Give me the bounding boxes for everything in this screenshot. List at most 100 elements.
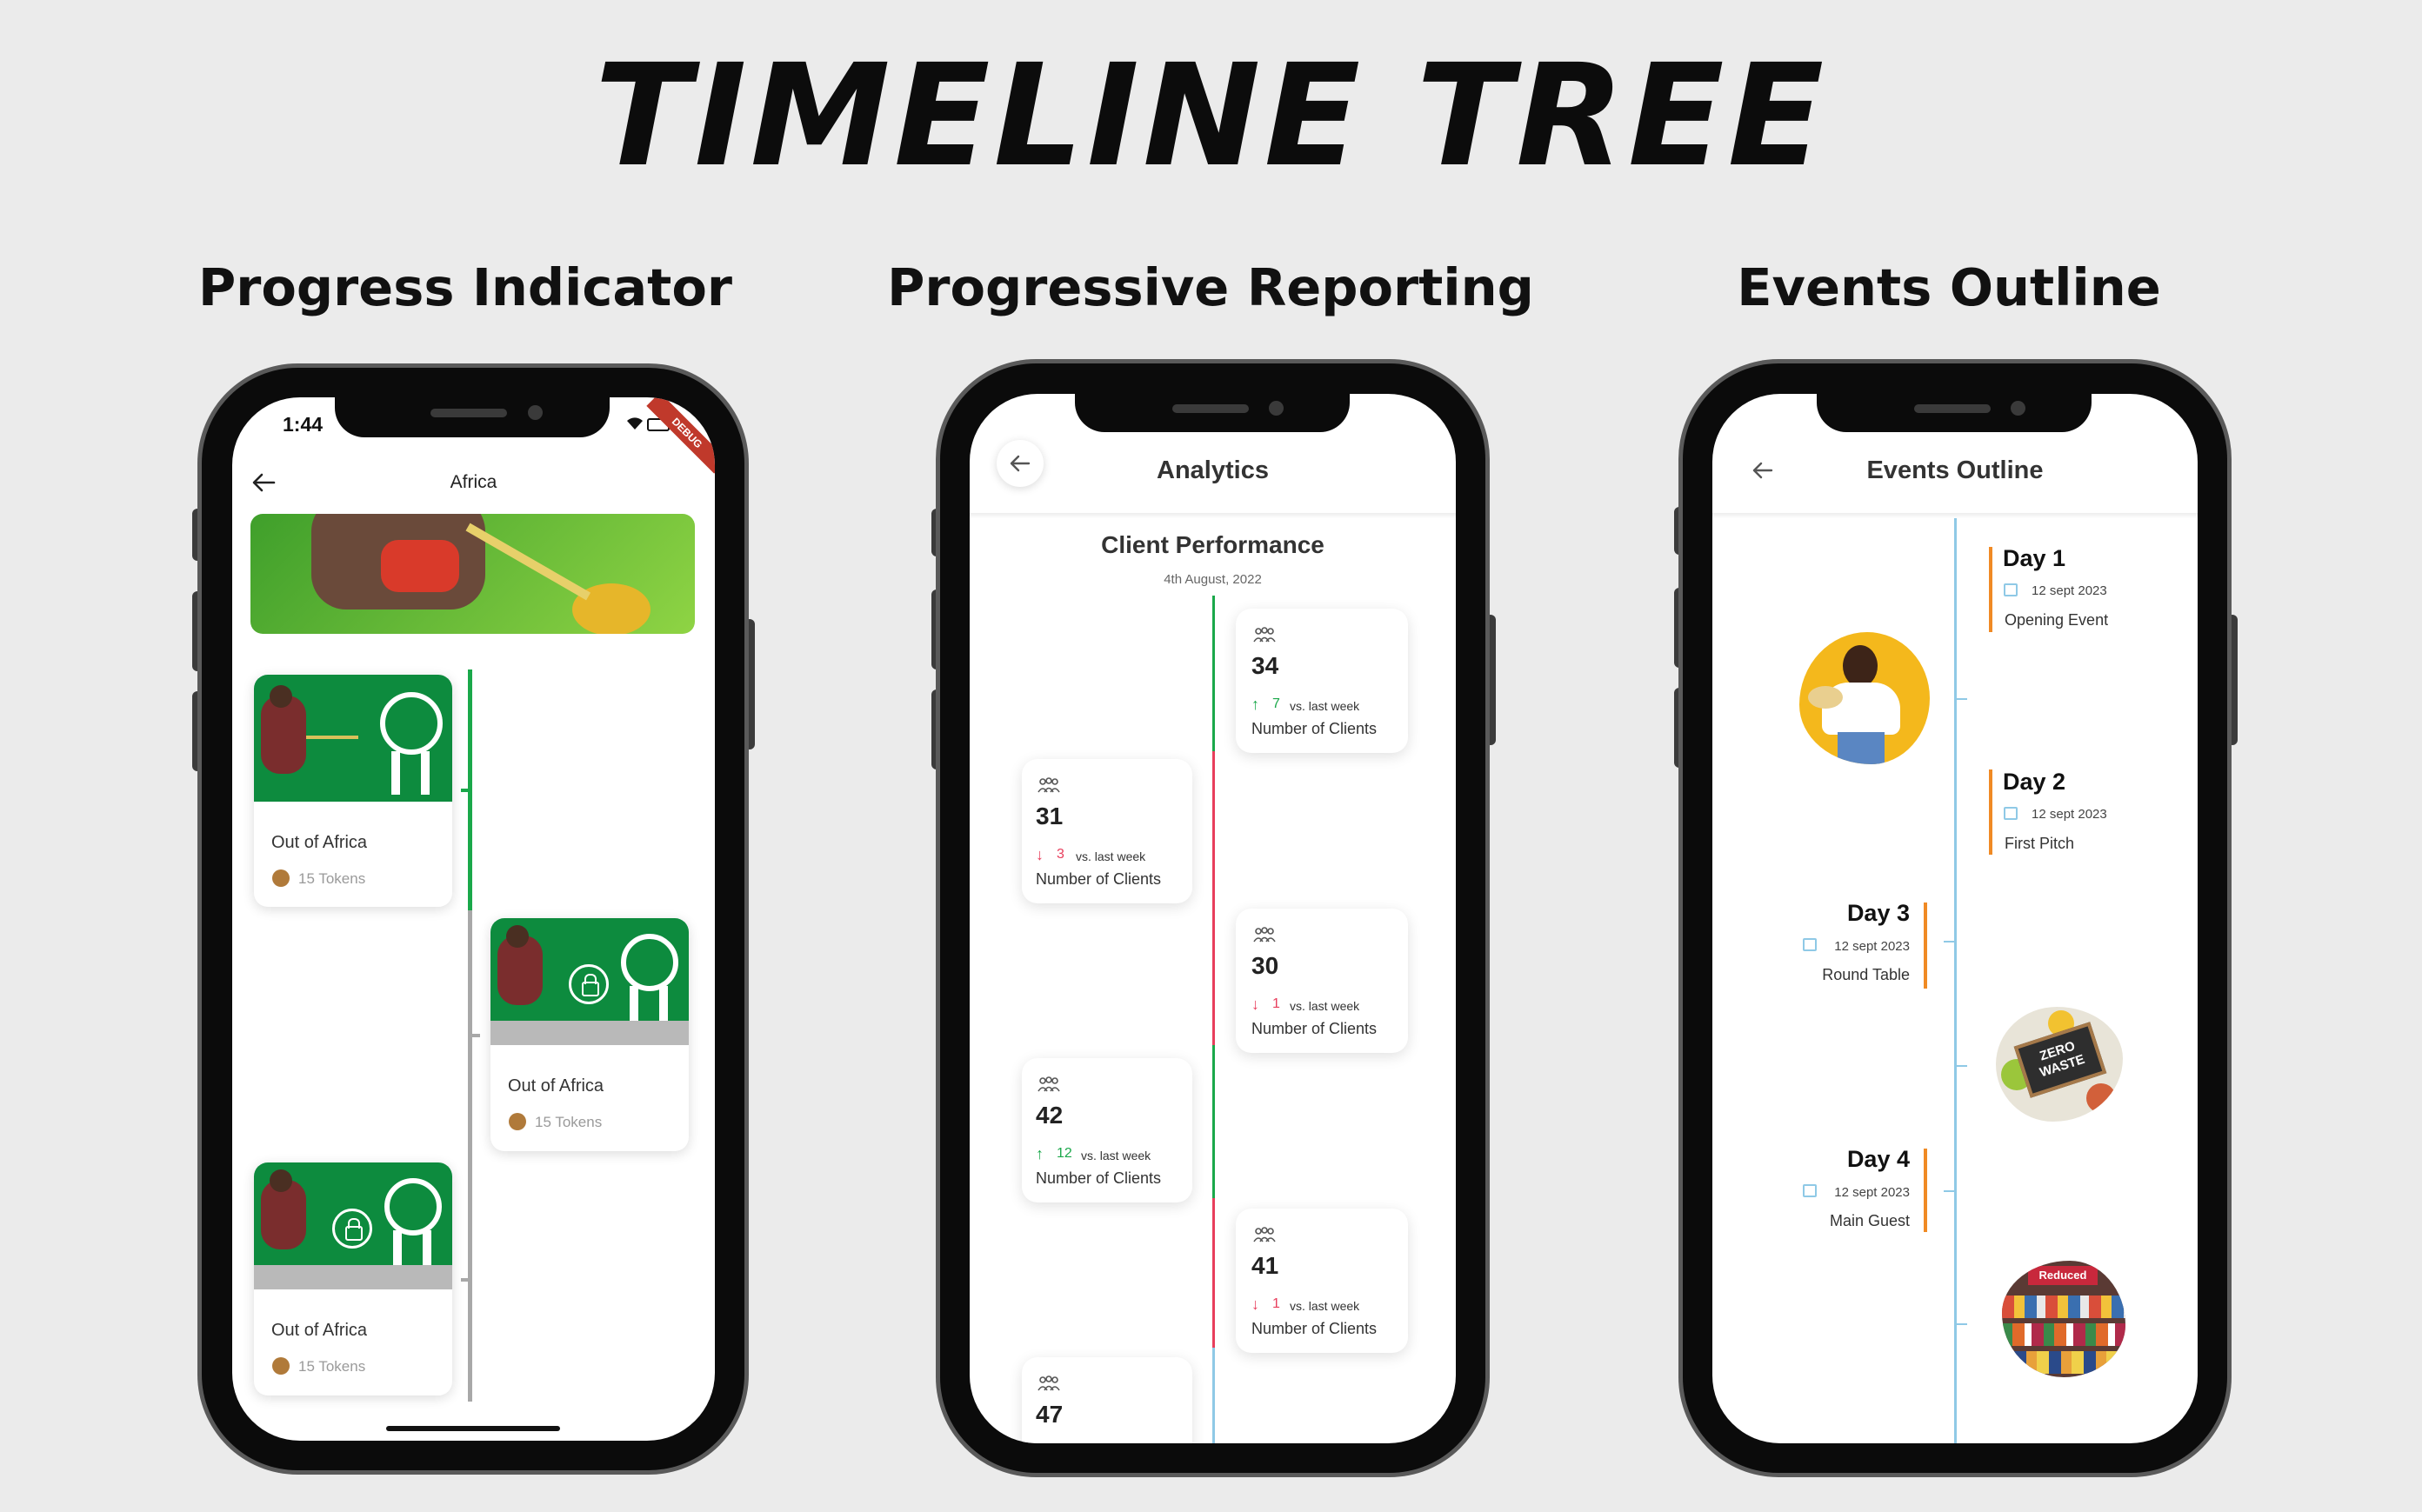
home-indicator xyxy=(386,1426,560,1431)
stat-compare: vs. last week xyxy=(1290,999,1360,1013)
event-marker xyxy=(1989,547,1992,632)
section-title-events: Events Outline xyxy=(1737,257,2161,317)
stat-delta: 1 xyxy=(1272,996,1280,1011)
course-card[interactable]: Out of Africa 15 Tokens xyxy=(254,1162,452,1395)
calendar-icon xyxy=(2004,807,2018,820)
stat-delta: 7 xyxy=(1272,696,1280,711)
wifi-icon xyxy=(625,416,644,435)
event-date: 12 sept 2023 xyxy=(2032,807,2107,822)
stat-label: Number of Clients xyxy=(1251,1020,1378,1037)
stat-delta: 1 xyxy=(1272,1296,1280,1311)
side-button xyxy=(1485,615,1496,745)
stat-label: Number of Clients xyxy=(1251,720,1378,737)
course-name: Out of Africa xyxy=(271,833,368,852)
people-icon xyxy=(1251,1226,1278,1249)
course-image xyxy=(254,675,452,802)
event-marker xyxy=(1924,903,1927,989)
stat-card[interactable]: 31 ↓ 3 vs. last week Number of Clients xyxy=(1022,759,1192,903)
stat-value: 31 xyxy=(1036,803,1064,829)
lock-icon xyxy=(569,964,609,1004)
stat-delta: 12 xyxy=(1057,1146,1072,1161)
timeline-tick xyxy=(1957,698,1967,700)
people-icon xyxy=(1036,1375,1062,1398)
section-title-progress: Progress Indicator xyxy=(197,257,733,317)
section-title-reporting: Progressive Reporting xyxy=(887,257,1534,317)
timeline-line-pending xyxy=(468,910,472,1402)
token-avatar xyxy=(272,869,290,887)
stat-value: 41 xyxy=(1251,1252,1279,1279)
arrow-up-icon: ↑ xyxy=(1036,1145,1044,1162)
course-card[interactable]: Out of Africa 15 Tokens xyxy=(490,918,689,1151)
stat-label: Number of Clients xyxy=(1036,870,1162,888)
page-title: Events Outline xyxy=(1866,456,2044,484)
stat-card[interactable]: 34 ↑ 7 vs. last week Number of Clients xyxy=(1236,609,1408,753)
timeline-segment-up xyxy=(1212,1045,1215,1198)
timeline-tick xyxy=(1957,1065,1967,1067)
stat-card[interactable]: 41 ↓ 1 vs. last week Number of Clients xyxy=(1236,1209,1408,1353)
stat-label: Number of Clients xyxy=(1036,1169,1162,1187)
report-date: 4th August, 2022 xyxy=(1164,572,1262,587)
event-name[interactable]: Round Table xyxy=(1712,966,1910,984)
event-image-shelf: Reduced xyxy=(2002,1261,2125,1377)
stat-label: Number of Clients xyxy=(1251,1320,1378,1337)
stat-card[interactable]: 47 xyxy=(1022,1357,1192,1443)
event-name[interactable]: Main Guest xyxy=(1712,1212,1910,1230)
course-card[interactable]: Out of Africa 15 Tokens xyxy=(254,675,452,907)
timeline-tick xyxy=(1944,1190,1954,1192)
timeline-tick xyxy=(1944,941,1954,943)
page-title: Analytics xyxy=(1157,456,1269,484)
token-avatar xyxy=(272,1357,290,1375)
arrow-up-icon: ↑ xyxy=(1251,696,1259,713)
people-icon xyxy=(1251,626,1278,649)
event-image-zero-waste: ZERO WASTE xyxy=(1996,1007,2123,1122)
screen: 1:44 DEBUG Africa Out of Africa 15 Token… xyxy=(232,397,715,1441)
course-name: Out of Africa xyxy=(271,1321,368,1340)
event-image-woman xyxy=(1799,632,1930,764)
calendar-icon xyxy=(2004,583,2018,596)
stat-value: 30 xyxy=(1251,952,1279,979)
event-date: 12 sept 2023 xyxy=(2032,583,2107,598)
timeline-tick xyxy=(1957,1323,1967,1325)
stat-compare: vs. last week xyxy=(1290,1299,1360,1313)
report-heading: Client Performance xyxy=(1101,531,1324,558)
timeline-segment-down xyxy=(1212,751,1215,1045)
stat-value: 42 xyxy=(1036,1102,1064,1129)
token-count: 15 Tokens xyxy=(298,870,366,887)
side-button xyxy=(744,619,755,749)
course-name: Out of Africa xyxy=(508,1076,604,1096)
timeline-segment-up xyxy=(1212,596,1215,751)
timeline-tick xyxy=(468,1034,480,1037)
page-title: Africa xyxy=(450,472,497,492)
banner-image xyxy=(250,514,695,634)
status-time: 1:44 xyxy=(283,413,324,436)
stat-compare: vs. last week xyxy=(1290,699,1360,713)
event-name[interactable]: Opening Event xyxy=(2005,611,2108,629)
people-icon xyxy=(1036,776,1062,800)
token-count: 15 Tokens xyxy=(298,1358,366,1375)
reduced-sign: Reduced xyxy=(2028,1266,2098,1285)
token-count: 15 Tokens xyxy=(535,1114,603,1130)
stat-value: 34 xyxy=(1251,652,1279,679)
header-divider xyxy=(970,513,1456,518)
timeline-segment-down xyxy=(1212,1198,1215,1348)
event-day: Day 1 xyxy=(2003,545,2066,571)
stat-card[interactable]: 30 ↓ 1 vs. last week Number of Clients xyxy=(1236,909,1408,1053)
stat-compare: vs. last week xyxy=(1081,1149,1151,1162)
people-icon xyxy=(1036,1076,1062,1099)
event-name[interactable]: First Pitch xyxy=(2005,835,2074,853)
timeline-segment xyxy=(1212,1348,1215,1443)
stat-compare: vs. last week xyxy=(1076,849,1146,863)
timeline-line xyxy=(1954,518,1957,1443)
event-day: Day 4 xyxy=(1846,1146,1910,1172)
stat-delta: 3 xyxy=(1057,847,1064,862)
event-marker xyxy=(1924,1149,1927,1232)
timeline-tick xyxy=(461,1278,472,1282)
arrow-down-icon: ↓ xyxy=(1251,996,1259,1013)
stat-card[interactable]: 42 ↑ 12 vs. last week Number of Clients xyxy=(1022,1058,1192,1202)
screen: Events Outline Day 1 12 sept 2023 Openin… xyxy=(1712,394,2198,1443)
side-button xyxy=(2227,615,2238,745)
arrow-down-icon: ↓ xyxy=(1036,846,1044,863)
event-date: 12 sept 2023 xyxy=(1834,1185,1910,1200)
event-date: 12 sept 2023 xyxy=(1834,939,1910,954)
main-title: TIMELINE TREE xyxy=(594,35,1828,198)
